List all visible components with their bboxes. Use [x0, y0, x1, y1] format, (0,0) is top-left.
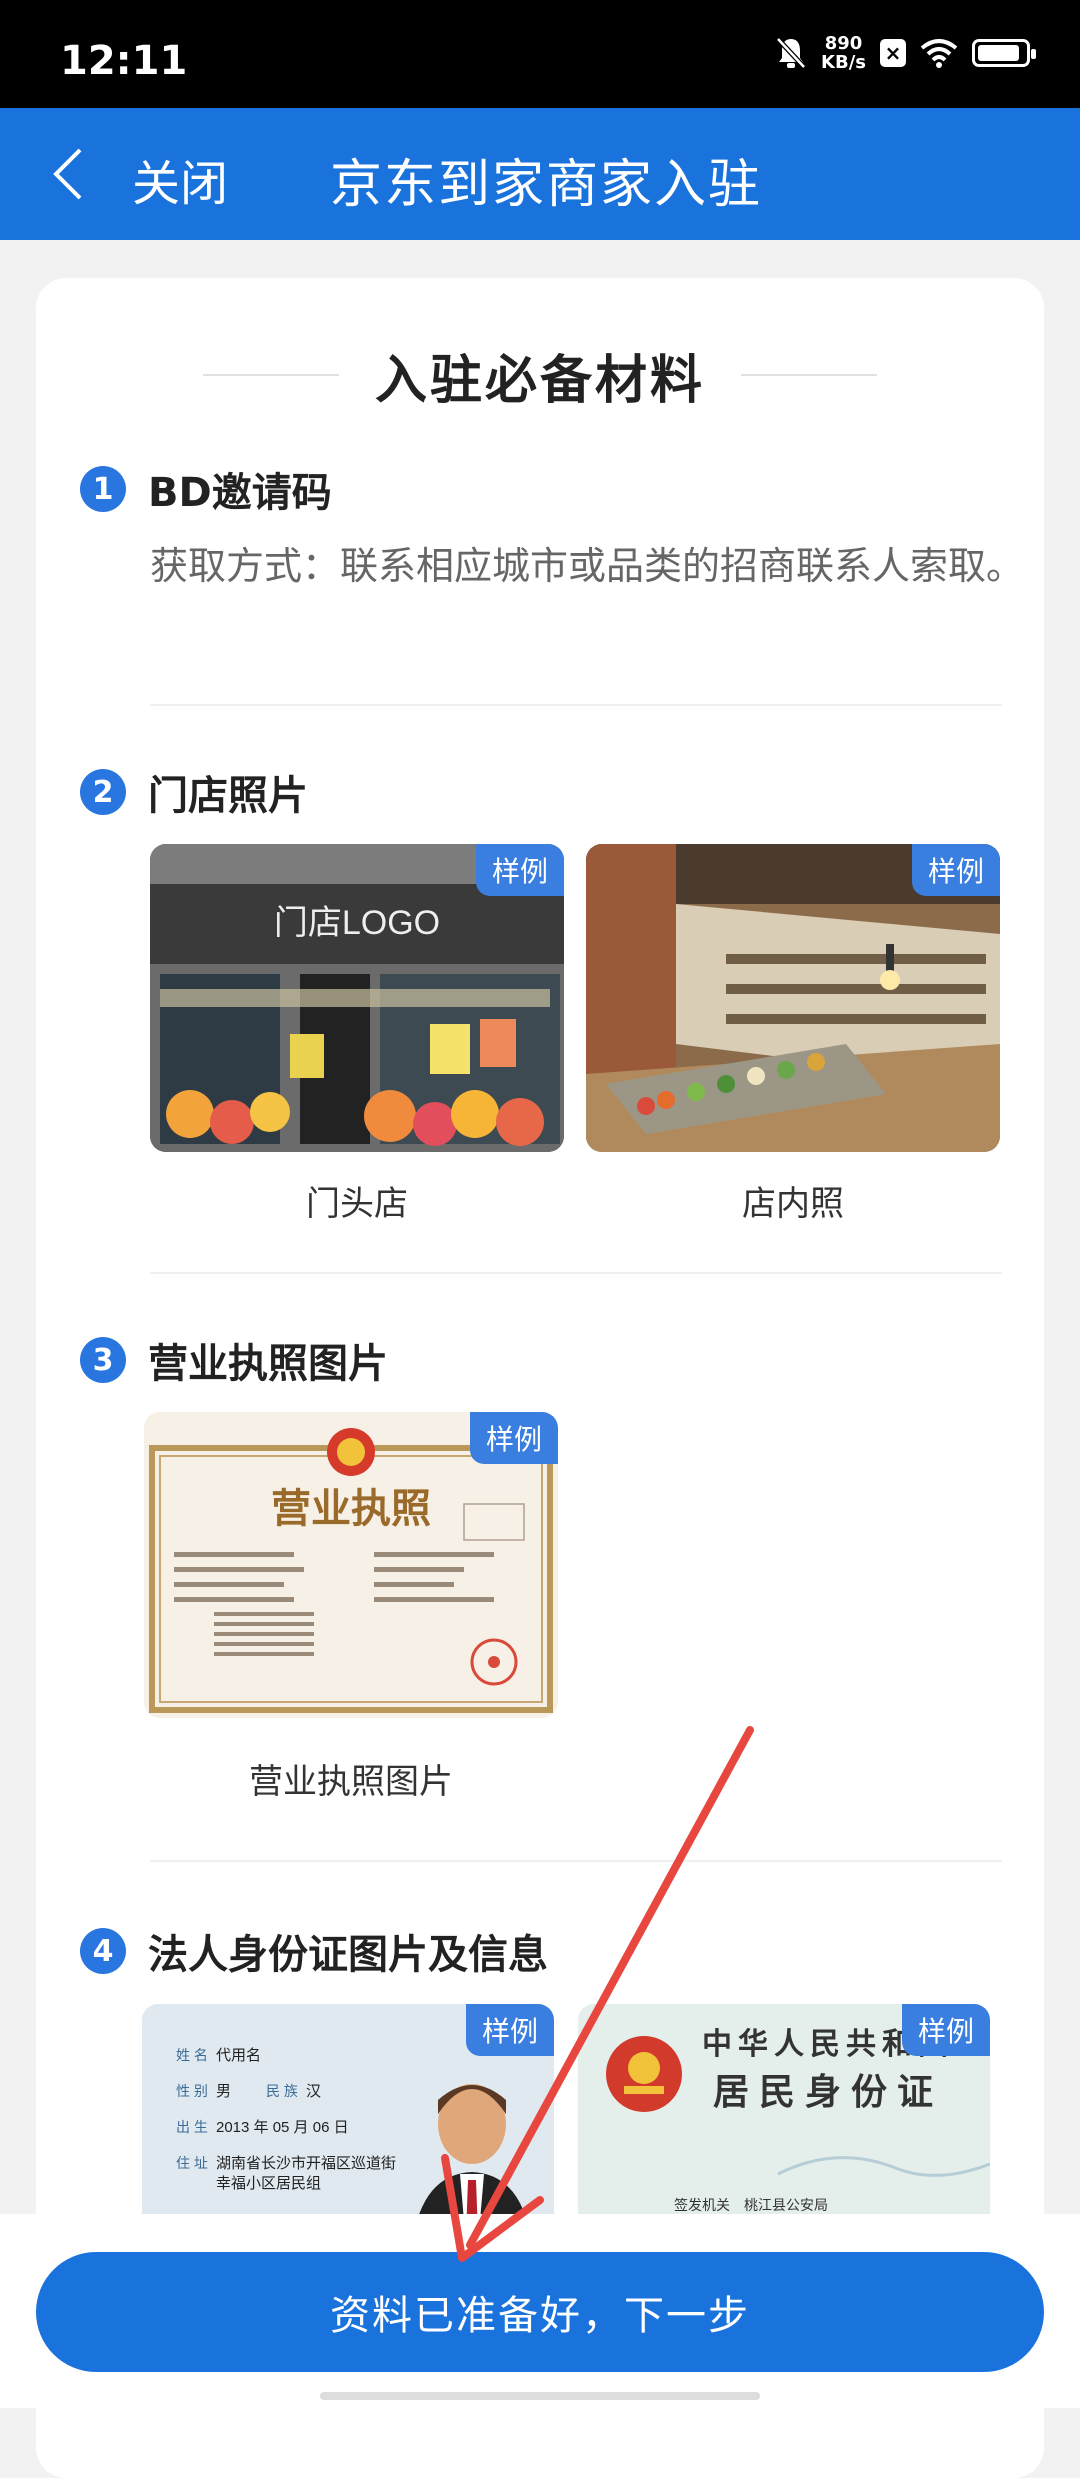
network-speed: 890 KB/s [821, 34, 866, 72]
nav-bar: 关闭 京东到家商家入驻 [0, 108, 1080, 240]
divider [150, 704, 1002, 706]
id-birth: 2013 年 05 月 06 日 [216, 2119, 349, 2136]
status-time: 12:11 [60, 38, 188, 84]
header-divider-left [202, 374, 339, 376]
interior-caption: 店内照 [742, 1184, 844, 1224]
storefront-sample-image[interactable]: 门店LOGO 样例 [150, 844, 564, 1152]
license-sample-image[interactable]: 营业执照 样例 [144, 1412, 558, 1718]
next-step-button[interactable]: 资料已准备好，下一步 [36, 2252, 1044, 2372]
id-addr-label: 住 址 [176, 2155, 208, 2171]
id-ethnic: 汉 [306, 2083, 321, 2100]
step-title: 法人身份证图片及信息 [148, 1932, 548, 1978]
battery-level [978, 45, 1020, 61]
sample-tag: 样例 [465, 2004, 554, 2056]
network-speed-value: 890 [824, 33, 863, 54]
divider [150, 1860, 1002, 1862]
sample-tag: 样例 [469, 1412, 558, 1464]
id-ethnic-label: 民 族 [266, 2083, 298, 2099]
step-number: 4 [80, 1928, 126, 1974]
chevron-left-icon[interactable] [48, 146, 88, 202]
id-back-line2: 居民身份证 [713, 2071, 943, 2113]
step-number: 2 [80, 769, 126, 815]
sample-tag: 样例 [475, 844, 564, 896]
interior-sample-image[interactable]: 样例 [586, 844, 1000, 1152]
id-addr-line1: 湖南省长沙市开福区巡道街 [216, 2155, 396, 2172]
network-speed-unit: KB/s [821, 52, 866, 73]
store-logo-sign: 门店LOGO [274, 904, 440, 942]
step-title: 营业执照图片 [148, 1341, 388, 1387]
bell-muted-icon [776, 37, 806, 69]
step-1-description: 获取方式：联系相应城市或品类的招商联系人索取。 [150, 544, 1025, 588]
step-number: 3 [80, 1337, 126, 1383]
step-2-header: 2 门店照片 [80, 763, 308, 821]
section-header: 入驻必备材料 [36, 340, 1044, 411]
sample-tag: 样例 [911, 844, 1000, 896]
status-icons: 890 KB/s × [775, 34, 1036, 72]
id-gender-label: 性 别 [176, 2083, 208, 2099]
divider [150, 1272, 1002, 1274]
step-title: 门店照片 [148, 773, 308, 819]
sample-tag: 样例 [901, 2004, 990, 2056]
id-authority: 桃江县公安局 [744, 2197, 828, 2213]
id-back-sample-image[interactable]: 中华人民共和国 居民身份证 签发机关 桃江县公安局 样例 [578, 2004, 990, 2244]
license-heading: 营业执照 [271, 1485, 431, 1532]
close-button[interactable]: 关闭 [132, 144, 228, 214]
id-addr-line2: 幸福小区居民组 [216, 2175, 321, 2192]
id-name-label: 姓 名 [176, 2047, 208, 2063]
storefront-caption: 门头店 [306, 1184, 408, 1224]
id-birth-label: 出 生 [176, 2119, 208, 2135]
id-name: 代用名 [216, 2047, 261, 2064]
step-1-header: 1 BD邀请码 [80, 460, 332, 518]
id-gender: 男 [216, 2083, 231, 2100]
step-4-header: 4 法人身份证图片及信息 [80, 1922, 548, 1980]
step-3-header: 3 营业执照图片 [80, 1331, 388, 1389]
step-number: 1 [80, 466, 126, 512]
status-bar: 12:11 890 KB/s × [0, 0, 1080, 108]
materials-card: 入驻必备材料 1 BD邀请码 获取方式：联系相应城市或品类的招商联系人索取。 2… [36, 278, 1044, 2478]
id-authority-label: 签发机关 [674, 2197, 730, 2213]
id-front-sample-image[interactable]: 姓 名 性 别 民 族 出 生 住 址 代用名 男 汉 2013 年 05 月 … [142, 2004, 554, 2244]
page-title: 京东到家商家入驻 [330, 155, 763, 215]
sim-disabled-icon: × [880, 39, 906, 67]
national-emblem-icon [606, 2036, 682, 2112]
license-caption: 营业执照图片 [249, 1762, 453, 1802]
section-title: 入驻必备材料 [374, 350, 705, 411]
step-title: BD邀请码 [148, 470, 332, 516]
battery-icon [972, 39, 1036, 67]
header-divider-right [741, 374, 877, 376]
home-indicator[interactable] [320, 2392, 760, 2400]
wifi-icon [920, 39, 958, 68]
